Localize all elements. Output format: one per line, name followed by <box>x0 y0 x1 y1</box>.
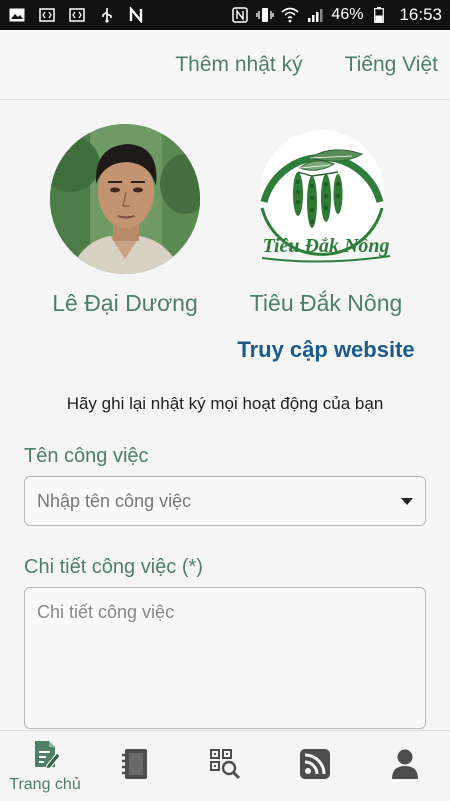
code-icon <box>38 7 56 23</box>
website-link[interactable]: Truy cập website <box>222 337 430 363</box>
job-detail-label: Chi tiết công việc (*) <box>24 556 203 578</box>
chevron-down-icon <box>401 497 413 505</box>
nav-home[interactable]: Trang chủ <box>5 731 85 801</box>
user-name: Lê Đại Dương <box>52 290 198 316</box>
notebook-icon <box>121 748 149 785</box>
intro-text: Hãy ghi lại nhật ký mọi hoạt động của bạ… <box>66 394 384 413</box>
status-bar: 46% 16:53 <box>0 0 450 30</box>
nfc-icon <box>231 7 249 23</box>
nav-qr-search[interactable] <box>185 731 265 801</box>
job-name-placeholder: Nhập tên công việc <box>37 490 192 511</box>
nav-profile[interactable] <box>365 731 445 801</box>
brand-logo: Tiêu Đắk Nông <box>252 124 400 274</box>
usb-icon <box>98 7 116 23</box>
avatar <box>50 124 200 274</box>
language-selector[interactable]: Tiếng Việt <box>345 53 438 77</box>
clock: 16:53 <box>399 5 442 24</box>
vibrate-icon <box>256 7 275 23</box>
wifi-icon <box>281 7 299 23</box>
app-header: Thêm nhật ký Tiếng Việt <box>0 30 450 100</box>
bottom-nav: Trang chủ <box>0 730 450 801</box>
battery-percent: 46% <box>331 6 364 23</box>
job-detail-input[interactable] <box>24 587 426 729</box>
nav-diary[interactable] <box>95 731 175 801</box>
job-name-label: Tên công việc <box>24 445 149 467</box>
add-diary-button[interactable]: Thêm nhật ký <box>175 53 302 77</box>
signal-icon <box>306 7 324 23</box>
nav-home-label: Trang chủ <box>9 775 81 793</box>
user-icon <box>391 748 419 785</box>
qr-search-icon <box>209 748 241 785</box>
home-diary-icon <box>30 739 61 774</box>
rss-icon <box>300 748 330 784</box>
code-icon <box>68 7 86 23</box>
nav-rss[interactable] <box>275 731 355 801</box>
status-bar-right: 46% 16:53 <box>231 5 442 25</box>
status-bar-left <box>8 7 146 23</box>
brand-name: Tiêu Đắk Nông <box>249 290 403 316</box>
job-name-select[interactable]: Nhập tên công việc <box>24 476 426 526</box>
brand-logo-text: Tiêu Đắk Nông <box>262 235 389 257</box>
battery-icon <box>370 7 388 23</box>
n-icon <box>128 7 146 23</box>
image-icon <box>8 7 26 23</box>
